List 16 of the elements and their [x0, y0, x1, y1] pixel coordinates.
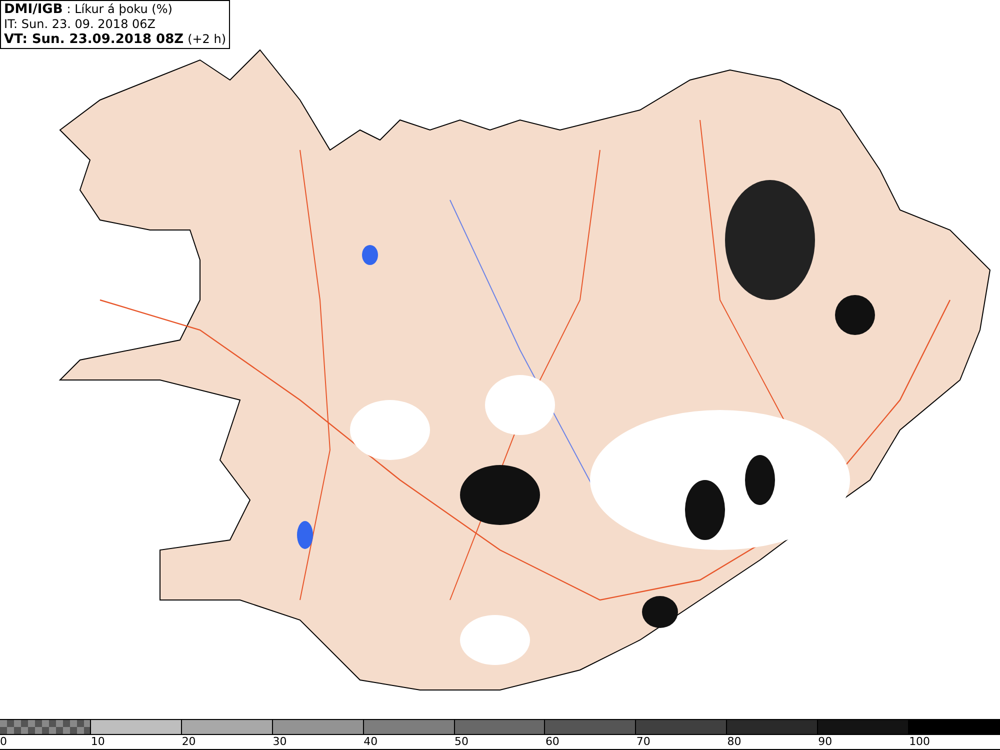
legend-tick-label: 70	[636, 735, 652, 749]
legend-tick-label: 20	[182, 735, 197, 749]
legend-tick-label: 10	[90, 735, 106, 749]
legend-tick-label: 60	[545, 735, 560, 749]
forecast-offset: (+2 h)	[188, 32, 226, 47]
legend-tick-label: 50	[454, 735, 470, 749]
legend-tick-label: 40	[364, 735, 379, 749]
legend-tick-label: 80	[727, 735, 742, 749]
legend-tick-label: 90	[818, 735, 834, 749]
legend-tick-label: 30	[272, 735, 288, 749]
legend-tick-label: 100	[909, 735, 932, 749]
issue-time: IT: Sun. 23. 09. 2018 06Z	[4, 17, 156, 32]
legend-tick-label: 0	[0, 735, 8, 749]
valid-time: VT: Sun. 23.09.2018 08Z	[4, 32, 184, 47]
source-label: DMI/IGB	[4, 2, 63, 17]
map-title: : Líkur á þoku (%)	[66, 2, 172, 17]
